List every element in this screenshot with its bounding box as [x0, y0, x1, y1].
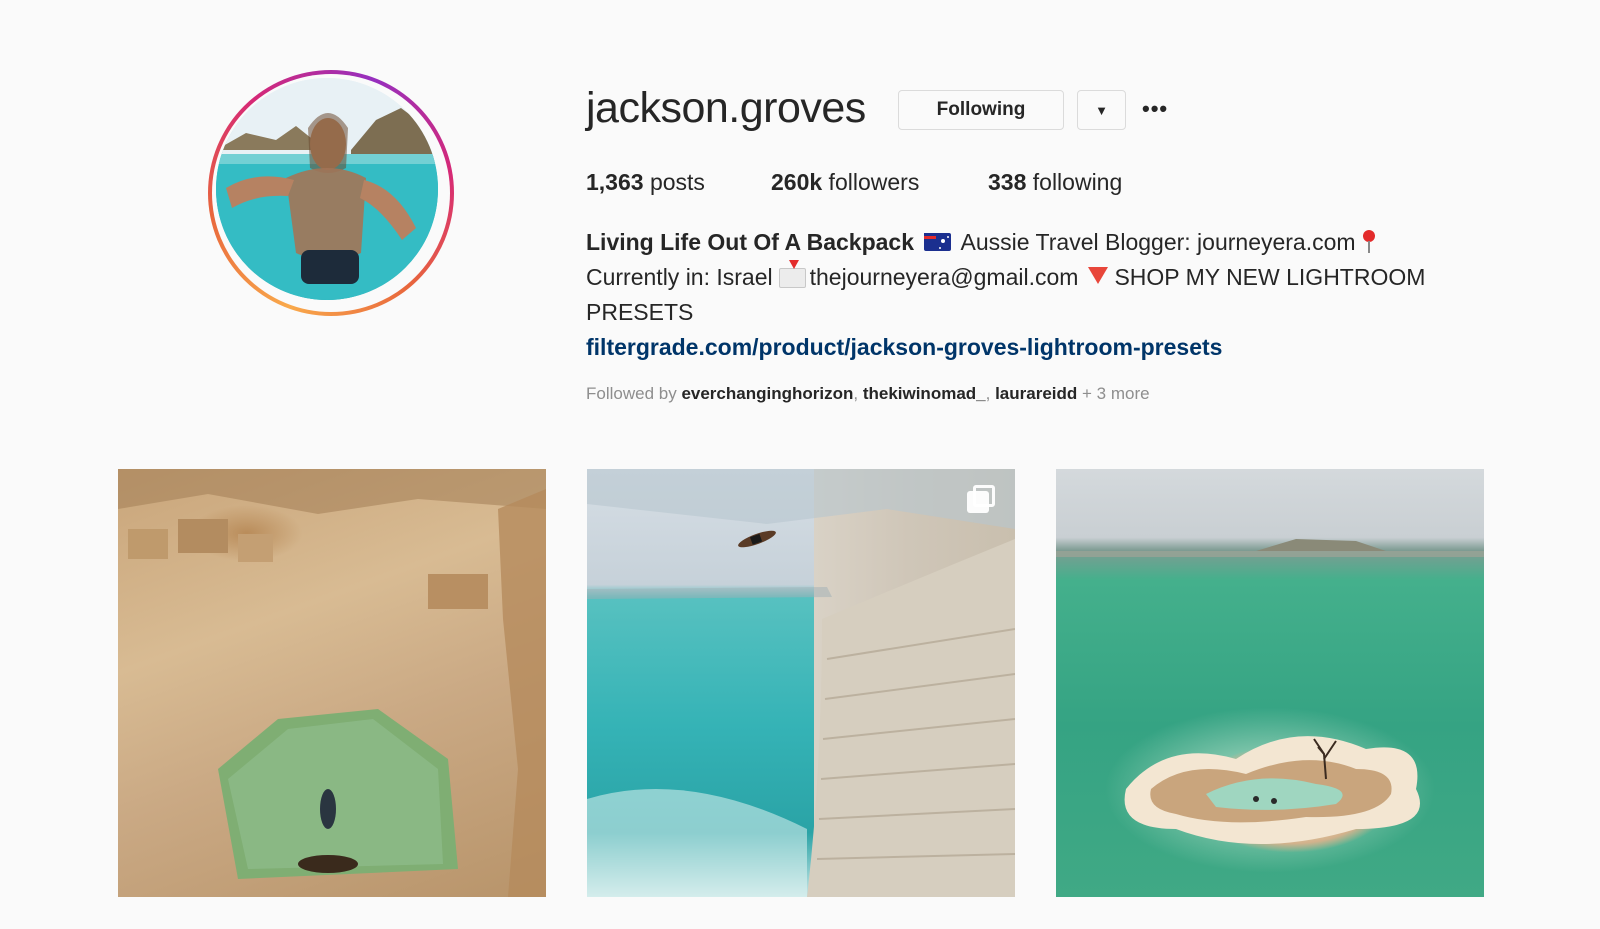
followers-link[interactable]: 260k followers	[771, 169, 919, 196]
followers-number: 260k	[771, 169, 823, 195]
avatar[interactable]	[216, 78, 438, 300]
bio-location: Currently in: Israel	[586, 264, 773, 290]
profile-full-name: Living Life Out Of A Backpack	[586, 229, 915, 255]
location-pin-icon	[1362, 230, 1376, 254]
multiple-posts-icon	[967, 485, 995, 513]
envelope-icon	[778, 260, 806, 288]
australia-flag-icon	[924, 233, 952, 251]
posts-label: posts	[643, 169, 705, 195]
posts-number: 1,363	[586, 169, 644, 195]
follower-link[interactable]: everchanginghorizon	[681, 384, 853, 403]
follower-link[interactable]: thekiwinomad_	[863, 384, 986, 403]
post-thumbnail[interactable]	[1056, 469, 1484, 897]
profile-bio: Living Life Out Of A Backpack Aussie Tra…	[586, 225, 1466, 365]
followed-by-more[interactable]: + 3 more	[1077, 384, 1150, 403]
profile-avatar-ring	[208, 70, 454, 316]
more-options-icon[interactable]: •••	[1142, 96, 1168, 122]
post-thumbnail[interactable]	[587, 469, 1015, 897]
posts-count: 1,363 posts	[586, 169, 705, 196]
bio-email: thejourneyera@gmail.com	[809, 264, 1079, 290]
following-label: following	[1026, 169, 1123, 195]
post-image-canyon	[118, 469, 546, 897]
followers-label: followers	[822, 169, 920, 195]
following-link[interactable]: 338 following	[988, 169, 1122, 196]
followed-by-prefix: Followed by	[586, 384, 682, 403]
followed-by: Followed by everchanginghorizon, thekiwi…	[586, 384, 1150, 403]
bio-external-link[interactable]: filtergrade.com/product/jackson-groves-l…	[586, 330, 1466, 365]
post-image-dead-sea	[1056, 539, 1484, 844]
profile-username: jackson.groves	[586, 84, 866, 132]
following-number: 338	[988, 169, 1027, 195]
follower-link[interactable]: laurareidd	[995, 384, 1077, 403]
avatar-photo	[216, 78, 438, 300]
following-button[interactable]: Following	[898, 90, 1064, 130]
red-triangle-icon	[1088, 267, 1109, 284]
chevron-down-icon: ▼	[1095, 102, 1108, 118]
bio-line-1: Aussie Travel Blogger: journeyera.com	[960, 229, 1356, 255]
post-thumbnail[interactable]	[118, 469, 546, 897]
post-image-cliff-dive	[587, 469, 1015, 897]
suggestions-dropdown-button[interactable]: ▼	[1077, 90, 1126, 130]
